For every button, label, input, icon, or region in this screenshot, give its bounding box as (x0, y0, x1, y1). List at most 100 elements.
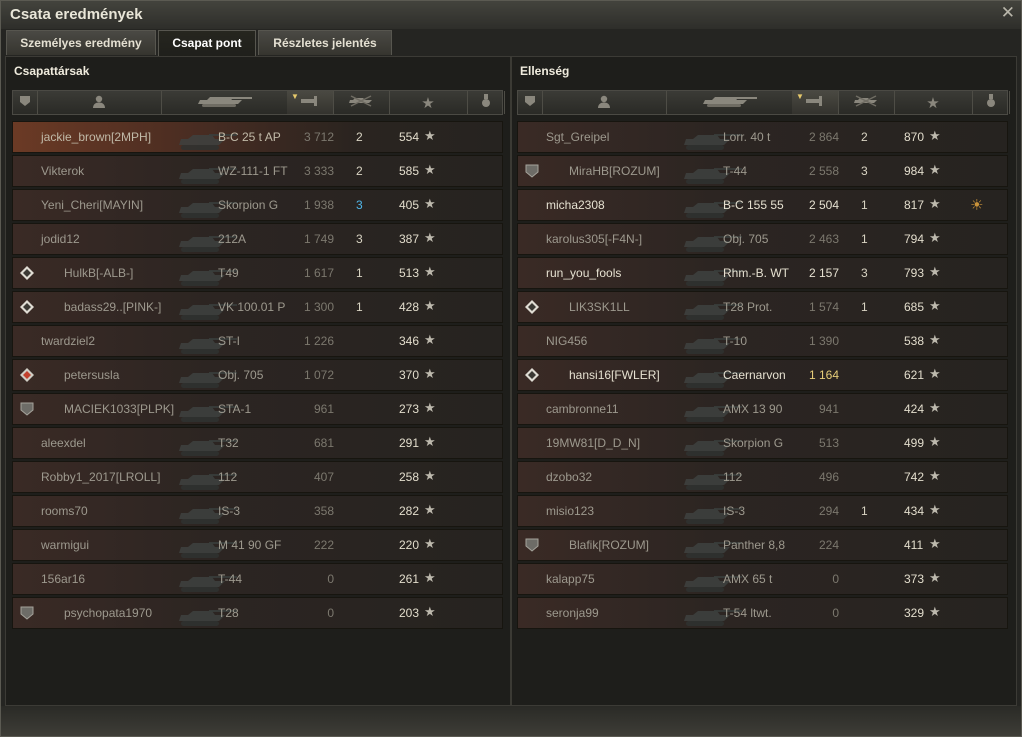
player-row[interactable]: NIG456 T-10 1 390 538 ★ (517, 325, 1008, 357)
damage-value: 1 300 (303, 300, 334, 314)
damage-value: 222 (313, 538, 334, 552)
player-row[interactable]: 19MW81[D_D_N] Skorpion G 513 499 ★ (517, 427, 1008, 459)
column-header-kills[interactable] (333, 91, 390, 114)
player-row[interactable]: MiraHB[ROZUM] T-44 2 558 3 984 ★ (517, 155, 1008, 187)
tank-name: 212A (218, 232, 247, 246)
player-row[interactable]: kalapp75 AMX 65 t 0 373 ★ (517, 563, 1008, 595)
player-row[interactable]: rooms70 IS-3 358 282 ★ (12, 495, 503, 527)
player-row[interactable]: cambronne11 AMX 13 90 941 424 ★ (517, 393, 1008, 425)
player-name: MACIEK1033[PLPK] (64, 402, 175, 416)
player-name: cambronne11 (546, 402, 619, 416)
column-header-player[interactable] (37, 91, 162, 114)
column-header-experience-star[interactable]: ★ (894, 91, 973, 114)
damage-value: 1 072 (303, 368, 334, 382)
column-header-medal[interactable] (467, 91, 505, 114)
column-header-squad[interactable] (13, 91, 38, 114)
column-header-kills[interactable] (838, 91, 895, 114)
experience-star-icon: ★ (929, 570, 941, 585)
column-header-damage[interactable]: ▼ (792, 91, 839, 114)
column-header-experience-star[interactable]: ★ (389, 91, 468, 114)
tank-name: IS-3 (723, 504, 746, 518)
player-row[interactable]: dzobo32 112 496 742 ★ (517, 461, 1008, 493)
enemies-title: Ellenség (520, 64, 570, 78)
experience-value: 370 (399, 368, 420, 382)
player-name: Vikterok (41, 164, 85, 178)
experience-star-icon: ★ (424, 332, 436, 347)
experience-value: 411 (904, 538, 924, 552)
player-row[interactable]: micha2308 B-C 155 55 2 504 1 817 ★ ☀ (517, 189, 1008, 221)
player-row[interactable]: twardziel2 ST-I 1 226 346 ★ (12, 325, 503, 357)
player-row[interactable]: warmigui M 41 90 GF 222 220 ★ (12, 529, 503, 561)
tab-detailed-report[interactable]: Részletes jelentés (258, 30, 392, 55)
battle-results-window: Csata eredmények ✕ Személyes eredmény Cs… (0, 0, 1022, 737)
experience-value: 428 (399, 300, 420, 314)
damage-value: 1 574 (808, 300, 839, 314)
player-name: aleexdel (41, 436, 86, 450)
experience-star-icon: ★ (929, 128, 941, 143)
player-row[interactable]: Vikterok WZ-111-1 FT 3 333 2 585 ★ (12, 155, 503, 187)
player-row[interactable]: karolus305[-F4N-] Obj. 705 2 463 1 794 ★ (517, 223, 1008, 255)
experience-star-icon: ★ (424, 162, 436, 177)
experience-star-icon: ★ (424, 570, 436, 585)
close-icon[interactable]: ✕ (1001, 3, 1015, 23)
column-header-tank[interactable] (161, 91, 288, 114)
column-header-medal[interactable] (972, 91, 1010, 114)
player-row[interactable]: badass29..[PINK-] VK 100.01 P 1 300 1 428 ★ (12, 291, 503, 323)
player-row[interactable]: MACIEK1033[PLPK] STA-1 961 273 ★ (12, 393, 503, 425)
enemies-panel: Ellenség ▼ ★ Sgt_Greipel Lorr. 40 t2 864 2 8… (512, 57, 1016, 705)
player-row[interactable]: psychopata1970 T28 0 203 ★ (12, 597, 503, 629)
player-row[interactable]: LIK3SK1LL T28 Prot. 1 574 1 685 ★ (517, 291, 1008, 323)
player-row[interactable]: jackie_brown[2MPH] B-C 25 t AP 3 712 2 554 ★ (12, 121, 503, 153)
kills-value: 3 (861, 164, 868, 178)
experience-value: 984 (904, 164, 925, 178)
player-row[interactable]: HulkB[-ALB-] T49 1 617 1 513 ★ (12, 257, 503, 289)
player-row[interactable]: petersusla Obj. 705 1 072 370 ★ (12, 359, 503, 391)
player-row[interactable]: aleexdel T32 681 291 ★ (12, 427, 503, 459)
experience-value: 405 (399, 198, 420, 212)
damage-value: 1 226 (303, 334, 334, 348)
experience-star-icon: ★ (926, 94, 940, 112)
experience-star-icon: ★ (424, 366, 436, 381)
experience-star-icon: ★ (424, 196, 436, 211)
player-name: jodid12 (41, 232, 80, 246)
title-bar[interactable]: Csata eredmények ✕ (1, 1, 1021, 29)
allies-column-header: ▼ ★ (12, 90, 505, 115)
player-row[interactable]: Robby1_2017[LROLL] 112 407 258 ★ (12, 461, 503, 493)
player-row[interactable]: misio123 IS-3 294 1 434 ★ (517, 495, 1008, 527)
medal-icon (481, 94, 491, 111)
kills-value: 2 (356, 130, 363, 144)
damage-value: 1 749 (303, 232, 334, 246)
tab-team-score[interactable]: Csapat pont (158, 30, 256, 57)
experience-star-icon: ★ (929, 298, 941, 313)
platoon-diamond-icon (20, 300, 34, 314)
player-name: petersusla (64, 368, 120, 382)
tank-name: 112 (218, 470, 238, 484)
experience-star-icon: ★ (929, 604, 941, 619)
column-header-squad[interactable] (518, 91, 543, 114)
experience-value: 621 (904, 368, 925, 382)
column-header-player[interactable] (542, 91, 667, 114)
player-row[interactable]: Sgt_Greipel Lorr. 40 t 2 864 2 870 ★ (517, 121, 1008, 153)
tank-name: IS-3 (218, 504, 241, 518)
player-row[interactable]: 156ar16 T-44 0 261 ★ (12, 563, 503, 595)
experience-star-icon: ★ (929, 264, 941, 279)
tab-personal-results[interactable]: Személyes eredmény (6, 30, 156, 55)
column-header-tank[interactable] (666, 91, 793, 114)
player-row[interactable]: run_you_fools Rhm.-B. WT 2 157 3 793 ★ (517, 257, 1008, 289)
experience-value: 794 (904, 232, 925, 246)
player-row[interactable]: Yeni_Cheri[MAYIN] Skorpion G 1 938 3 405 ★ (12, 189, 503, 221)
player-icon (93, 95, 105, 111)
kills-value: 1 (861, 232, 868, 246)
experience-star-icon: ★ (421, 94, 435, 112)
player-row[interactable]: Blafik[ROZUM] Panther 8,8 224 411 ★ (517, 529, 1008, 561)
experience-star-icon: ★ (424, 298, 436, 313)
tank-icon (701, 94, 757, 111)
player-row[interactable]: jodid12 212A 1 749 3 387 ★ (12, 223, 503, 255)
player-name: micha2308 (546, 198, 605, 212)
column-header-damage[interactable]: ▼ (287, 91, 334, 114)
player-row[interactable]: hansi16[FWLER] Caernarvon 1 164 621 ★ (517, 359, 1008, 391)
experience-star-icon: ★ (424, 502, 436, 517)
window-title: Csata eredmények (10, 6, 143, 23)
tank-name: Caernarvon (723, 368, 786, 382)
player-row[interactable]: seronja99 T-54 ltwt. 0 329 ★ (517, 597, 1008, 629)
